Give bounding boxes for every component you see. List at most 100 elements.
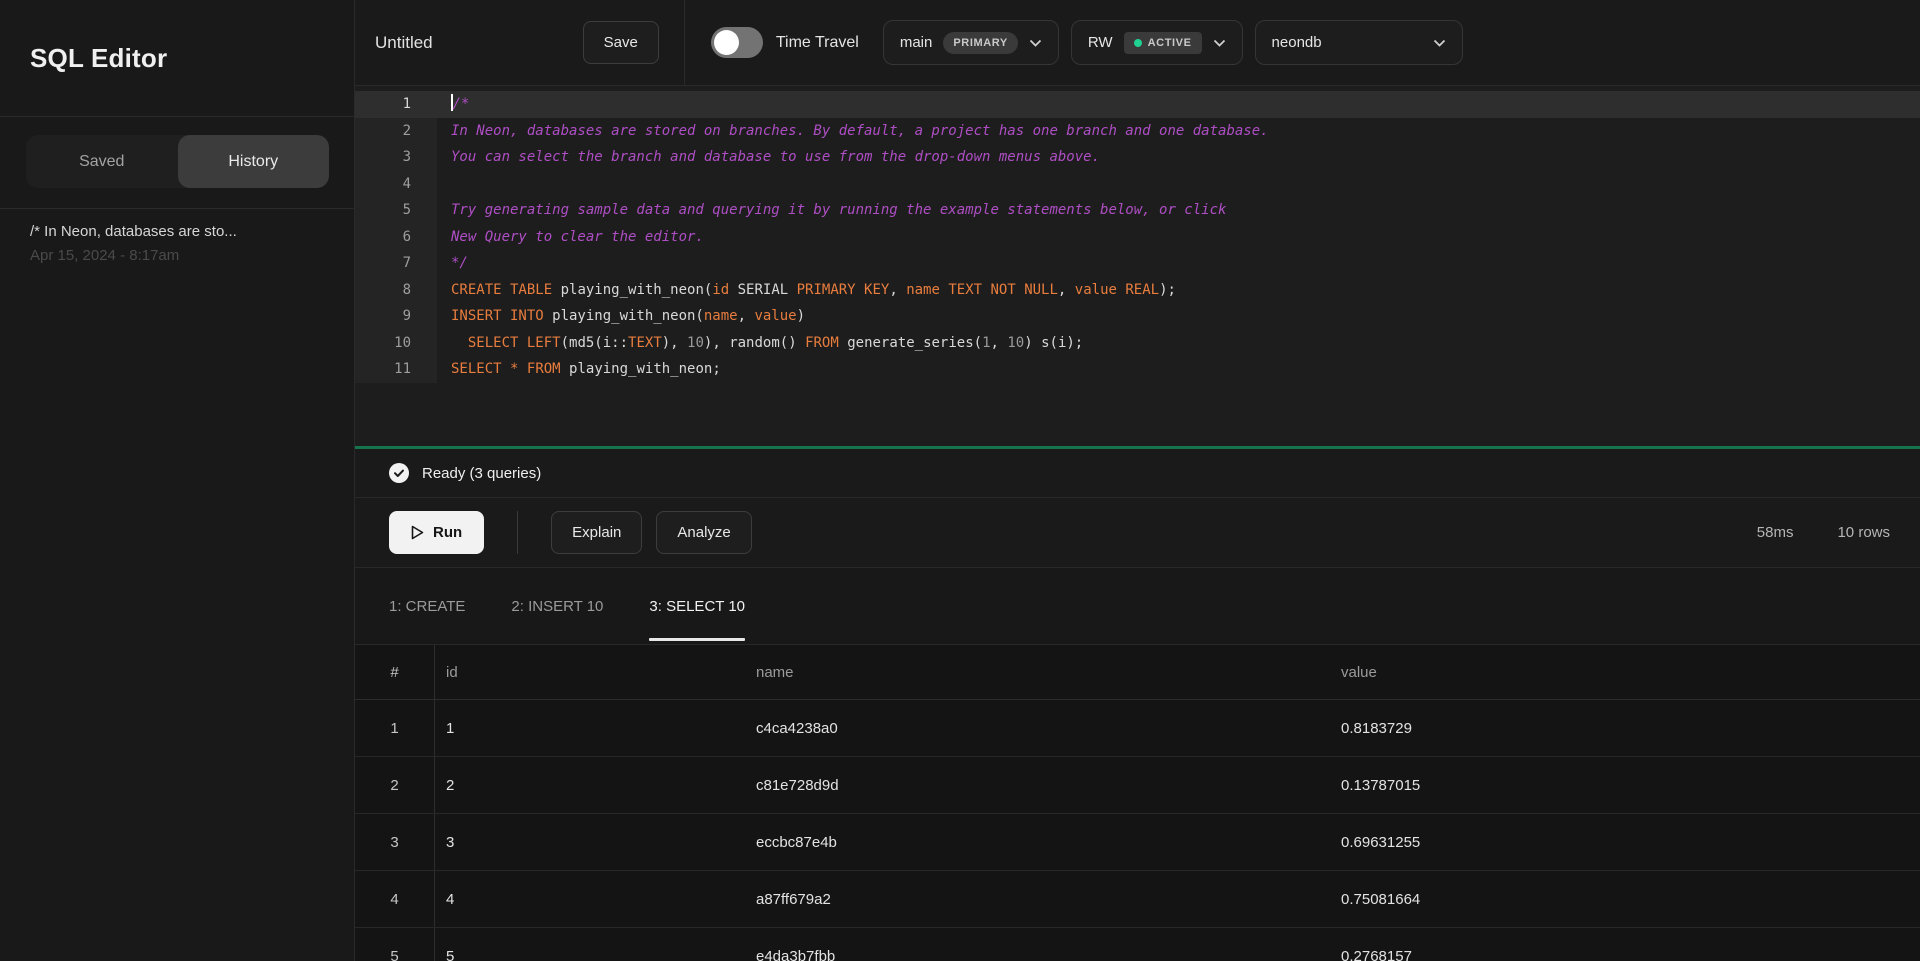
table-row: 55e4da3b7fbb0.2768157 bbox=[355, 928, 1920, 961]
compute-status-badge: ACTIVE bbox=[1124, 32, 1202, 54]
code-token: Try generating sample data and querying … bbox=[451, 202, 1226, 218]
branch-primary-badge: PRIMARY bbox=[943, 32, 1018, 54]
code-token: playing_with_neon; bbox=[561, 361, 721, 377]
time-travel-toggle[interactable] bbox=[711, 27, 763, 58]
code-token: , bbox=[738, 308, 755, 324]
code-token: generate_series( bbox=[839, 335, 982, 351]
history-item[interactable]: /* In Neon, databases are sto...Apr 15, … bbox=[0, 209, 354, 280]
line-number: 2 bbox=[355, 118, 437, 145]
code-token: 1 bbox=[982, 335, 990, 351]
cell: eccbc87e4b bbox=[745, 834, 1330, 851]
code-token: name bbox=[704, 308, 738, 324]
code-token: ), bbox=[662, 335, 687, 351]
code-token: value bbox=[754, 308, 796, 324]
cell: 2 bbox=[435, 777, 745, 794]
code-line-text bbox=[437, 171, 1920, 198]
results-tab-bar: 1: CREATE 2: INSERT 10 3: SELECT 10 bbox=[355, 568, 1920, 645]
code-token: FROM bbox=[805, 335, 839, 351]
chevron-down-icon bbox=[1213, 39, 1226, 47]
code-line: 9INSERT INTO playing_with_neon(name, val… bbox=[355, 303, 1920, 330]
code-token: SERIAL bbox=[729, 282, 796, 298]
sidebar-tabs-section: SavedHistory bbox=[0, 117, 354, 209]
row-number-cell: 1 bbox=[355, 700, 435, 756]
code-line: 11SELECT * FROM playing_with_neon; bbox=[355, 356, 1920, 383]
toolbar-divider bbox=[684, 0, 685, 86]
cell: 4 bbox=[435, 891, 745, 908]
code-line: 7*/ bbox=[355, 250, 1920, 277]
action-bar: Run Explain Analyze 58ms 10 rows bbox=[355, 498, 1920, 568]
cell: c4ca4238a0 bbox=[745, 720, 1330, 737]
line-number: 1 bbox=[355, 91, 437, 118]
run-button[interactable]: Run bbox=[389, 511, 484, 554]
column-header-rownum: # bbox=[355, 645, 435, 699]
run-button-label: Run bbox=[433, 524, 462, 541]
row-number-cell: 2 bbox=[355, 757, 435, 813]
analyze-button[interactable]: Analyze bbox=[656, 511, 751, 554]
column-header-id: id bbox=[435, 664, 745, 681]
code-token: id bbox=[712, 282, 729, 298]
sql-code-editor[interactable]: 1/*2In Neon, databases are stored on bra… bbox=[355, 86, 1920, 446]
database-select[interactable]: neondb bbox=[1255, 20, 1463, 65]
query-duration: 58ms bbox=[1757, 524, 1794, 541]
code-token: 10 bbox=[1007, 335, 1024, 351]
sidebar-tab-saved[interactable]: Saved bbox=[26, 135, 178, 188]
code-token: SELECT bbox=[468, 335, 519, 351]
code-token: LEFT bbox=[527, 335, 561, 351]
line-number: 7 bbox=[355, 250, 437, 277]
code-token: REAL bbox=[1125, 282, 1159, 298]
compute-select[interactable]: RW ACTIVE bbox=[1071, 20, 1243, 65]
code-line-text: Try generating sample data and querying … bbox=[437, 197, 1920, 224]
active-status-dot bbox=[1134, 39, 1142, 47]
code-token: TEXT NOT NULL bbox=[948, 282, 1058, 298]
cell: c81e728d9d bbox=[745, 777, 1330, 794]
results-tab-2-insert-10[interactable]: 2: INSERT 10 bbox=[511, 568, 603, 644]
column-header-value: value bbox=[1330, 664, 1920, 681]
code-line: 5Try generating sample data and querying… bbox=[355, 197, 1920, 224]
code-line-text: /* bbox=[437, 91, 1920, 118]
results-tab-3-select-10[interactable]: 3: SELECT 10 bbox=[649, 568, 745, 644]
code-token: PRIMARY KEY bbox=[797, 282, 890, 298]
code-line: 10 SELECT LEFT(md5(i::TEXT), 10), random… bbox=[355, 330, 1920, 357]
code-token: , bbox=[889, 282, 906, 298]
code-line: 1/* bbox=[355, 91, 1920, 118]
history-item-date: Apr 15, 2024 - 8:17am bbox=[30, 247, 324, 264]
code-token: New Query to clear the editor. bbox=[451, 229, 704, 245]
line-number: 10 bbox=[355, 330, 437, 357]
table-row: 44a87ff679a20.75081664 bbox=[355, 871, 1920, 928]
code-token: value bbox=[1075, 282, 1117, 298]
code-line-text: CREATE TABLE playing_with_neon(id SERIAL… bbox=[437, 277, 1920, 304]
table-row: 11c4ca4238a00.8183729 bbox=[355, 700, 1920, 757]
query-name[interactable]: Untitled bbox=[375, 33, 433, 53]
code-line: 6New Query to clear the editor. bbox=[355, 224, 1920, 251]
code-token: FROM bbox=[527, 361, 561, 377]
cell: 0.2768157 bbox=[1330, 948, 1920, 961]
line-number: 9 bbox=[355, 303, 437, 330]
table-header-row: #idnamevalue bbox=[355, 645, 1920, 700]
status-text: Ready (3 queries) bbox=[422, 465, 541, 482]
compute-status-label: ACTIVE bbox=[1148, 37, 1192, 49]
code-token bbox=[451, 335, 468, 351]
compute-name: RW bbox=[1088, 34, 1113, 51]
code-line-text: INSERT INTO playing_with_neon(name, valu… bbox=[437, 303, 1920, 330]
branch-select[interactable]: main PRIMARY bbox=[883, 20, 1059, 65]
code-line: 8CREATE TABLE playing_with_neon(id SERIA… bbox=[355, 277, 1920, 304]
code-line: 2In Neon, databases are stored on branch… bbox=[355, 118, 1920, 145]
sidebar-tab-history[interactable]: History bbox=[178, 135, 330, 188]
code-line-text: SELECT LEFT(md5(i::TEXT), 10), random() … bbox=[437, 330, 1920, 357]
branch-name: main bbox=[900, 34, 933, 51]
toggle-knob-icon bbox=[714, 30, 739, 55]
line-number: 3 bbox=[355, 144, 437, 171]
code-token: , bbox=[991, 335, 1008, 351]
editor-toolbar: Untitled Save Time Travel main PRIMARY R… bbox=[355, 0, 1920, 86]
explain-button[interactable]: Explain bbox=[551, 511, 642, 554]
results-tab-1-create[interactable]: 1: CREATE bbox=[389, 568, 465, 644]
code-line-text: In Neon, databases are stored on branche… bbox=[437, 118, 1920, 145]
play-icon bbox=[411, 525, 424, 540]
code-token: playing_with_neon( bbox=[544, 308, 704, 324]
ready-check-icon bbox=[389, 463, 409, 483]
sidebar: SQL Editor SavedHistory /* In Neon, data… bbox=[0, 0, 355, 961]
save-button[interactable]: Save bbox=[583, 21, 659, 64]
time-travel-label: Time Travel bbox=[776, 34, 859, 52]
code-token: ), random() bbox=[704, 335, 805, 351]
query-row-count: 10 rows bbox=[1837, 524, 1890, 541]
